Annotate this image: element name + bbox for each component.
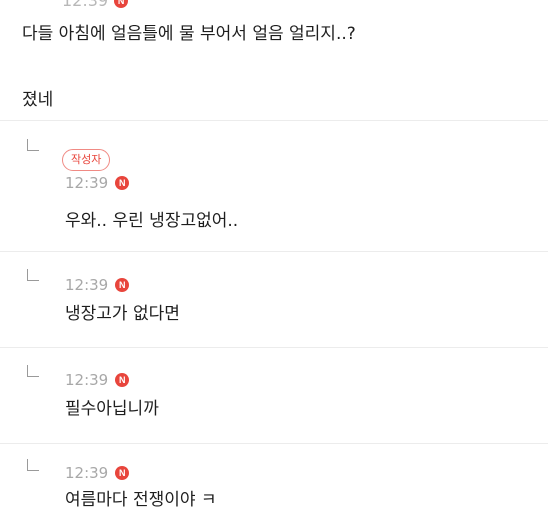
previous-comment-meta: 12:39 N <box>62 0 129 11</box>
reply-meta: 12:39 N <box>65 464 130 482</box>
comment-thread: 12:39 N 다들 아침에 얼음틀에 물 부어서 얼음 얼리지..? 졌네 작… <box>0 0 548 527</box>
reply-arrow-icon <box>27 139 39 151</box>
reply-arrow-icon <box>27 365 39 377</box>
reply-meta: 12:39 N <box>65 371 130 389</box>
author-tag: 작성자 <box>62 149 111 171</box>
new-badge-icon: N <box>115 176 130 190</box>
new-badge-icon: N <box>115 278 130 292</box>
reply-text: 우와.. 우린 냉장고없어.. <box>65 211 239 231</box>
reply-arrow-icon <box>27 269 39 281</box>
main-comment: 다들 아침에 얼음틀에 물 부어서 얼음 얼리지..? 졌네 <box>22 22 538 112</box>
reply-item: 작성자 12:39 N 우와.. 우린 냉장고없어.. <box>0 121 548 245</box>
reply-text: 여름마다 전쟁이야 ㅋ <box>65 490 217 510</box>
reply-meta: 12:39 N <box>65 174 130 192</box>
new-badge-icon: N <box>114 0 129 8</box>
reply-time: 12:39 <box>65 174 109 192</box>
reply-item: 12:39 N 필수아닙니까 <box>0 348 548 438</box>
reply-arrow-icon <box>27 459 39 471</box>
reply-meta: 12:39 N <box>65 276 130 294</box>
reply-item: 12:39 N 냉장고가 없다면 <box>0 252 548 342</box>
reply-time: 12:39 <box>65 371 109 389</box>
previous-comment-time: 12:39 <box>62 0 109 10</box>
reply-time: 12:39 <box>65 464 109 482</box>
reply-text: 필수아닙니까 <box>65 399 159 419</box>
main-comment-text-line1: 다들 아침에 얼음틀에 물 부어서 얼음 얼리지..? <box>22 24 356 44</box>
new-badge-icon: N <box>115 373 130 387</box>
new-badge-icon: N <box>115 466 130 480</box>
main-comment-text-line2: 졌네 <box>22 90 54 110</box>
reply-text: 냉장고가 없다면 <box>65 304 180 324</box>
reply-item: 12:39 N 여름마다 전쟁이야 ㅋ <box>0 444 548 527</box>
reply-time: 12:39 <box>65 276 109 294</box>
